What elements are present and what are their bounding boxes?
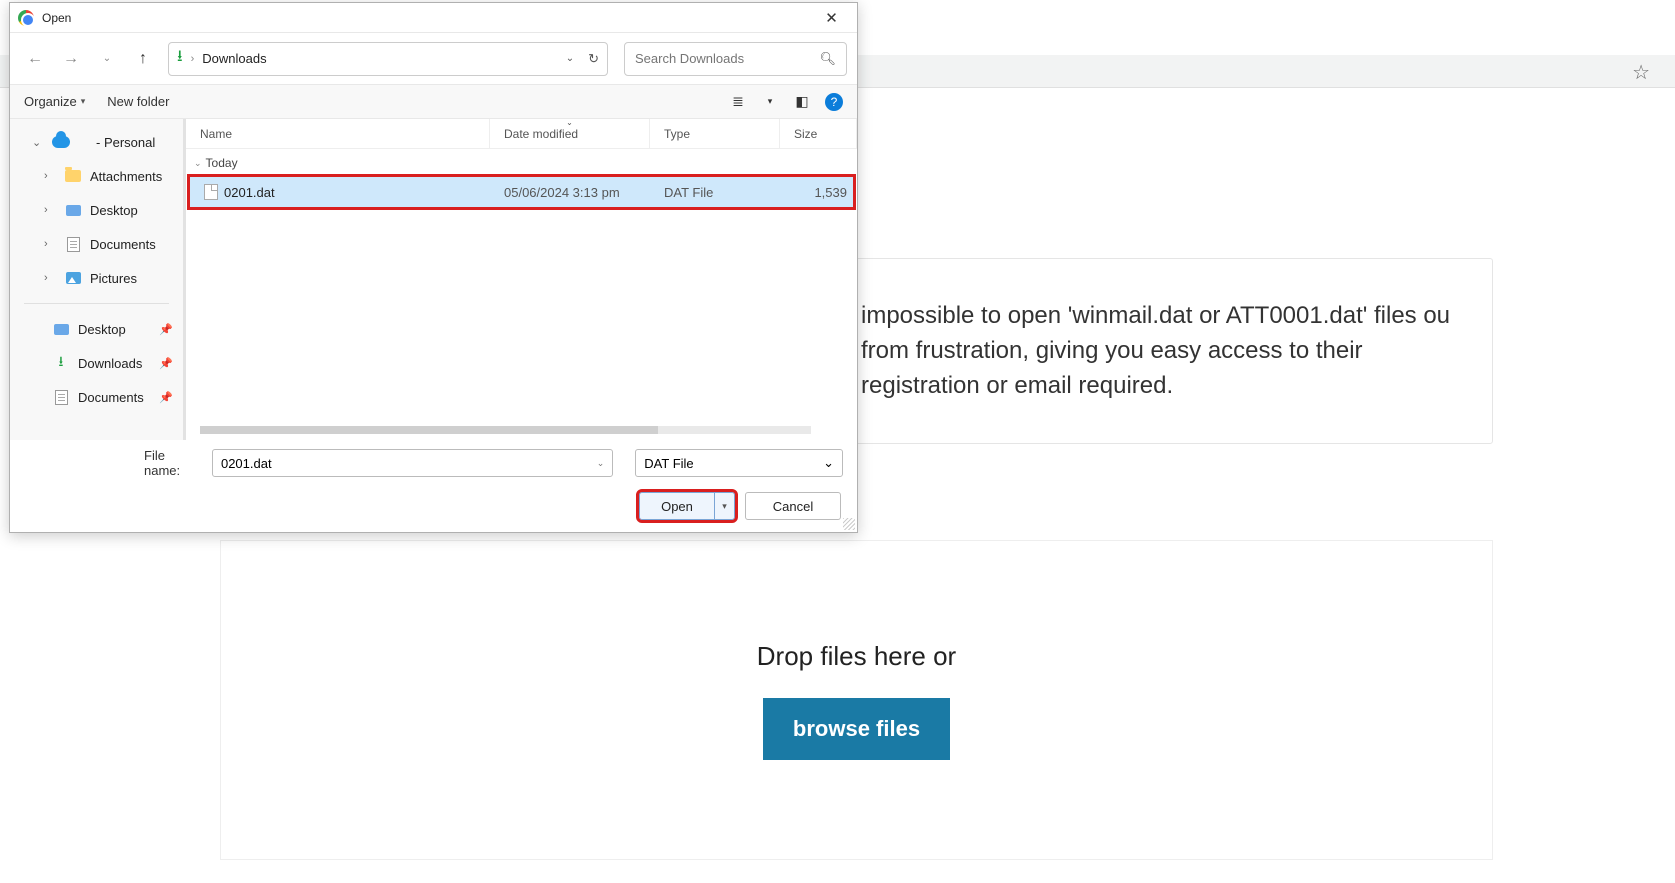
- sidebar-item-label: Pictures: [90, 271, 137, 286]
- view-dropdown-icon[interactable]: ▾: [761, 93, 779, 111]
- chevron-right-icon: ›: [44, 170, 56, 182]
- file-name: 0201.dat: [224, 185, 275, 200]
- nav-recent-dropdown[interactable]: ⌄: [92, 44, 122, 74]
- sidebar-quick-documents[interactable]: Documents 📌: [10, 380, 183, 414]
- dialog-body: ⌄ - Personal › Attachments › Desktop › D…: [10, 119, 857, 440]
- chevron-down-icon: ⌄: [194, 158, 202, 169]
- document-icon: [67, 237, 80, 252]
- folder-icon: [65, 170, 81, 182]
- chevron-down-icon: ⌄: [823, 455, 834, 471]
- dialog-toolbar: Organize▾ New folder ≣ ▾ ◧ ?: [10, 85, 857, 119]
- sidebar-item-label: Desktop: [78, 322, 126, 337]
- sidebar-item-documents[interactable]: › Documents: [10, 227, 183, 261]
- close-button[interactable]: ✕: [809, 3, 854, 33]
- nav-back-button[interactable]: ←: [20, 44, 50, 74]
- resize-grip[interactable]: [843, 518, 855, 530]
- file-type-filter-value: DAT File: [644, 456, 693, 471]
- file-size: 1,539: [780, 185, 853, 200]
- sidebar-item-attachments[interactable]: › Attachments: [10, 159, 183, 193]
- dialog-titlebar: Open ✕: [10, 3, 857, 33]
- open-split-dropdown[interactable]: ▾: [715, 492, 735, 520]
- chevron-down-icon: ⌄: [32, 136, 44, 149]
- horizontal-scrollbar[interactable]: [200, 426, 811, 434]
- open-button-group: Open ▾: [639, 492, 735, 520]
- file-date: 05/06/2024 3:13 pm: [490, 185, 650, 200]
- file-icon: [204, 184, 218, 200]
- sidebar-item-desktop[interactable]: › Desktop: [10, 193, 183, 227]
- desktop-icon: [54, 324, 69, 335]
- view-list-icon[interactable]: ≣: [729, 93, 747, 111]
- sidebar-label-personal: - Personal: [96, 135, 155, 150]
- pin-icon: 📌: [159, 391, 173, 404]
- file-name-label: File name:: [144, 448, 204, 478]
- nav-forward-button[interactable]: →: [56, 44, 86, 74]
- file-list-header: Name ⌄Date modified Type Size: [186, 119, 857, 149]
- open-button[interactable]: Open: [639, 492, 715, 520]
- cancel-button[interactable]: Cancel: [745, 492, 841, 520]
- sidebar-item-personal[interactable]: ⌄ - Personal: [10, 125, 183, 159]
- info-card-text: impossible to open 'winmail.dat or ATT00…: [861, 299, 1462, 403]
- file-group-today[interactable]: ⌄ Today: [186, 149, 857, 177]
- browse-files-button[interactable]: browse files: [763, 698, 950, 760]
- sidebar-item-label: Downloads: [78, 356, 142, 371]
- dropzone-text: Drop files here or: [757, 641, 956, 672]
- chrome-icon: [18, 10, 34, 26]
- new-folder-button[interactable]: New folder: [107, 94, 169, 109]
- sort-indicator-icon: ⌄: [566, 118, 573, 127]
- downloads-icon: ⭳: [177, 45, 183, 72]
- onedrive-icon: [52, 136, 70, 148]
- dialog-footer: File name: 0201.dat ⌄ DAT File ⌄ Open ▾ …: [10, 440, 857, 532]
- desktop-icon: [66, 205, 81, 216]
- downloads-icon: ⭳: [52, 355, 70, 371]
- sidebar-item-label: Documents: [90, 237, 156, 252]
- sidebar-item-pictures[interactable]: › Pictures: [10, 261, 183, 295]
- file-type-filter[interactable]: DAT File ⌄: [635, 449, 843, 477]
- search-box[interactable]: 🔍︎: [624, 42, 847, 76]
- address-location: Downloads: [202, 51, 266, 66]
- column-header-size[interactable]: Size: [780, 119, 857, 148]
- preview-pane-icon[interactable]: ◧: [793, 93, 811, 111]
- document-icon: [55, 390, 68, 405]
- sidebar-quick-desktop[interactable]: Desktop 📌: [10, 312, 183, 346]
- pin-icon: 📌: [159, 357, 173, 370]
- pin-icon: 📌: [159, 323, 173, 336]
- refresh-button[interactable]: ↻: [588, 51, 599, 67]
- sidebar-item-label: Documents: [78, 390, 144, 405]
- search-icon: 🔍︎: [819, 51, 836, 67]
- nav-sidebar: ⌄ - Personal › Attachments › Desktop › D…: [10, 119, 186, 440]
- sidebar-item-label: Attachments: [90, 169, 162, 184]
- file-name-combobox[interactable]: 0201.dat ⌄: [212, 449, 613, 477]
- chevron-right-icon: ›: [191, 53, 195, 65]
- chevron-right-icon: ›: [44, 204, 56, 216]
- dialog-title: Open: [42, 11, 71, 25]
- sidebar-item-label: Desktop: [90, 203, 138, 218]
- file-list: Name ⌄Date modified Type Size ⌄ Today 02…: [186, 119, 857, 440]
- file-open-dialog: Open ✕ ← → ⌄ ↑ ⭳ › Downloads ⌄ ↻ 🔍︎ Orga…: [9, 2, 858, 533]
- chevron-right-icon: ›: [44, 238, 56, 250]
- help-button[interactable]: ?: [825, 93, 843, 111]
- scroll-thumb[interactable]: [200, 426, 658, 434]
- nav-up-button[interactable]: ↑: [128, 44, 158, 74]
- file-row[interactable]: 0201.dat 05/06/2024 3:13 pm DAT File 1,5…: [190, 177, 853, 207]
- chevron-right-icon: ›: [44, 272, 56, 284]
- bookmark-star-icon[interactable]: ☆: [1632, 60, 1650, 85]
- dialog-navbar: ← → ⌄ ↑ ⭳ › Downloads ⌄ ↻ 🔍︎: [10, 33, 857, 85]
- address-dropdown-icon[interactable]: ⌄: [566, 53, 574, 64]
- file-type: DAT File: [650, 185, 780, 200]
- organize-menu[interactable]: Organize▾: [24, 94, 85, 109]
- address-bar[interactable]: ⭳ › Downloads ⌄ ↻: [168, 42, 608, 76]
- column-header-date[interactable]: ⌄Date modified: [490, 119, 650, 148]
- file-name-value: 0201.dat: [221, 456, 272, 471]
- pictures-icon: [66, 272, 81, 284]
- dropzone[interactable]: Drop files here or browse files: [220, 540, 1493, 860]
- column-header-name[interactable]: Name: [186, 119, 490, 148]
- chevron-down-icon: ⌄: [597, 458, 605, 469]
- column-header-type[interactable]: Type: [650, 119, 780, 148]
- sidebar-separator: [24, 303, 169, 304]
- group-label: Today: [206, 156, 238, 170]
- search-input[interactable]: [635, 51, 819, 66]
- sidebar-quick-downloads[interactable]: ⭳ Downloads 📌: [10, 346, 183, 380]
